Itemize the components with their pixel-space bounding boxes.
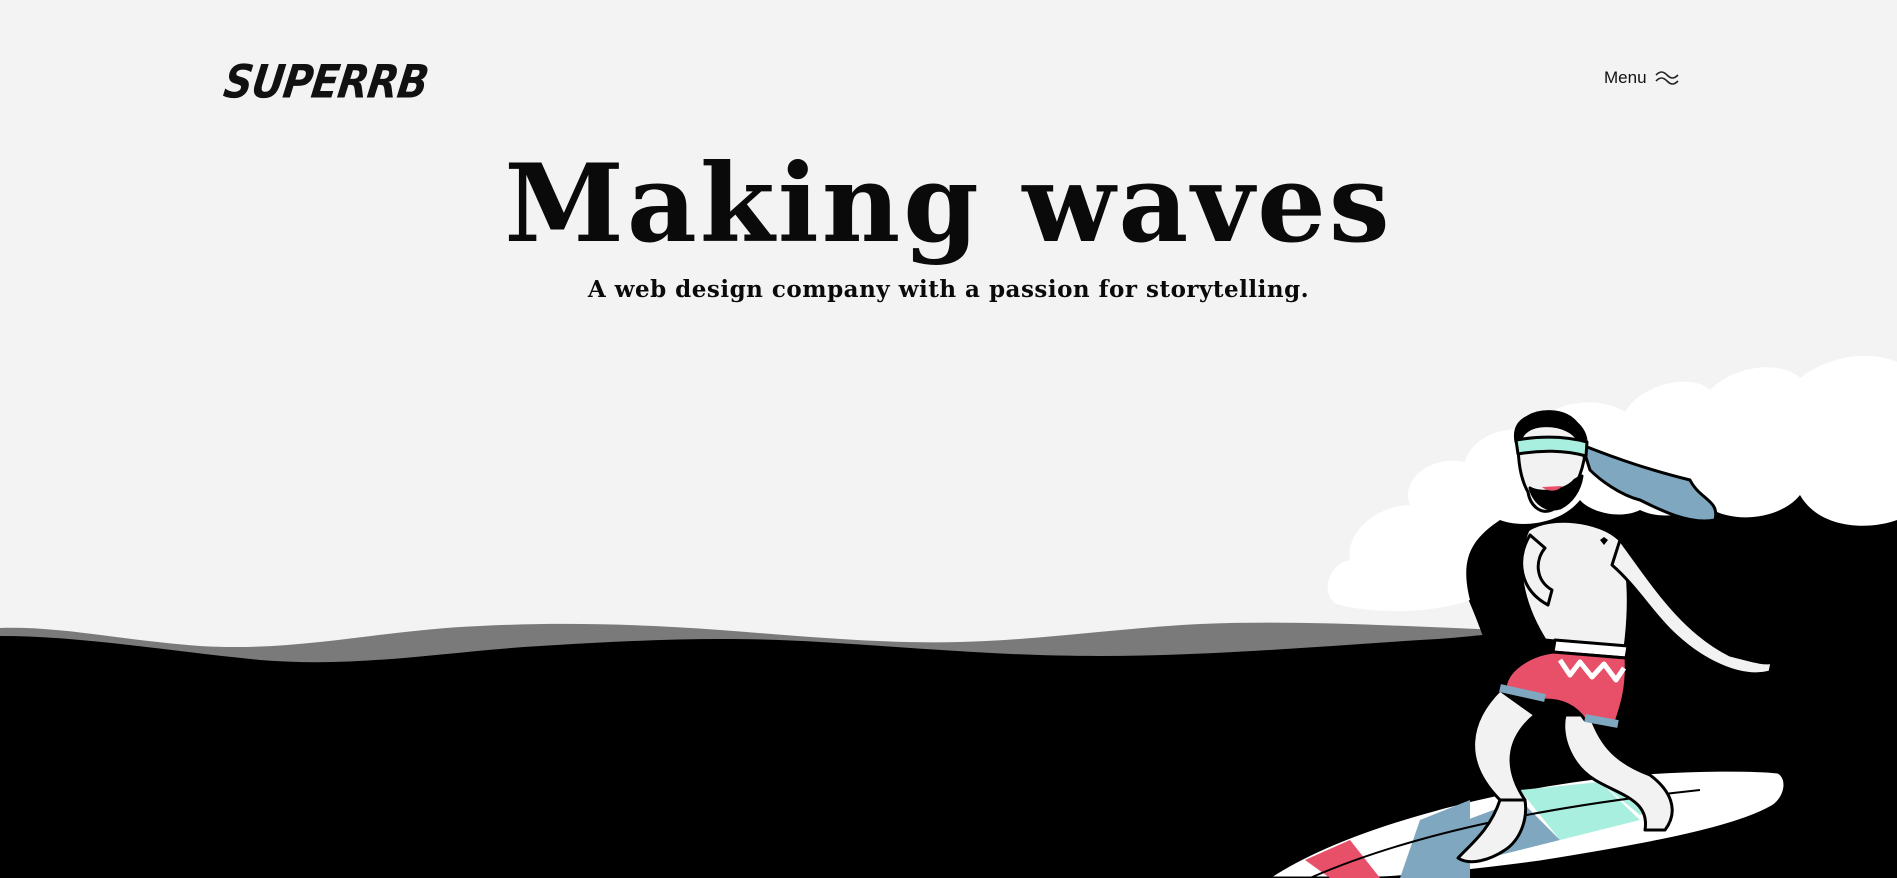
menu-label: Menu xyxy=(1604,68,1647,87)
hero-subtitle: A web design company with a passion for … xyxy=(587,276,1310,303)
menu-button[interactable]: Menu xyxy=(1604,68,1679,88)
wave-menu-icon xyxy=(1654,71,1679,85)
hero-illustration xyxy=(0,355,1897,878)
hero-title: Making waves xyxy=(504,141,1393,267)
page: SUPERRB Menu Making waves A web design c… xyxy=(0,0,1897,878)
brand-logo[interactable]: SUPERRB xyxy=(221,56,431,109)
